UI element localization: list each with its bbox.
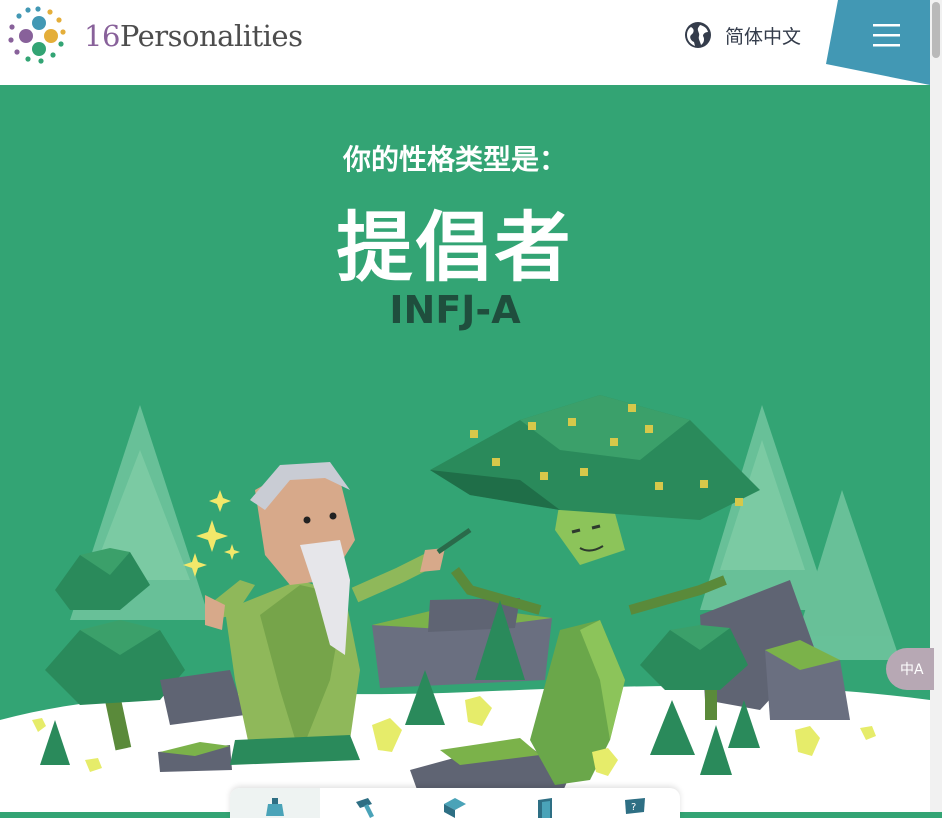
brand-logo[interactable]: 16Personalities <box>6 4 303 68</box>
scrollbar-thumb[interactable] <box>932 2 940 58</box>
tab-hammer[interactable] <box>320 788 410 818</box>
robot-icon <box>266 798 284 816</box>
brand-number: 16 <box>84 19 120 53</box>
brand-name: 16Personalities <box>84 19 303 53</box>
globe-icon <box>685 22 711 48</box>
personality-type-code: INFJ-A <box>389 288 521 332</box>
result-subtitle: 你的性格类型是： <box>342 143 567 176</box>
personality-type-name: 提倡者 <box>336 203 574 292</box>
box-icon <box>444 798 466 818</box>
sparkles <box>183 490 240 577</box>
language-label: 简体中文 <box>725 25 802 48</box>
section-tab-bar: ? <box>230 788 680 818</box>
tab-sign[interactable]: ? <box>590 788 680 818</box>
tab-box[interactable] <box>410 788 500 818</box>
advocate-illustration <box>0 395 930 812</box>
svg-text:中A: 中A <box>900 662 924 678</box>
book-icon <box>538 798 552 818</box>
menu-button[interactable] <box>826 0 930 85</box>
logo-dots-icon <box>8 6 66 64</box>
translate-button[interactable]: 中A <box>886 648 934 690</box>
tab-robot[interactable] <box>230 788 320 818</box>
site-header: 16Personalities 简体中文 <box>0 0 930 85</box>
hammer-icon <box>356 798 374 818</box>
scrollbar[interactable] <box>930 0 942 812</box>
translate-icon: 中A <box>900 662 924 678</box>
sign-icon: ? <box>625 798 645 814</box>
brand-word: Personalities <box>119 19 303 53</box>
svg-text:?: ? <box>631 802 636 813</box>
tab-book[interactable] <box>500 788 590 818</box>
language-selector[interactable]: 简体中文 <box>683 20 801 50</box>
